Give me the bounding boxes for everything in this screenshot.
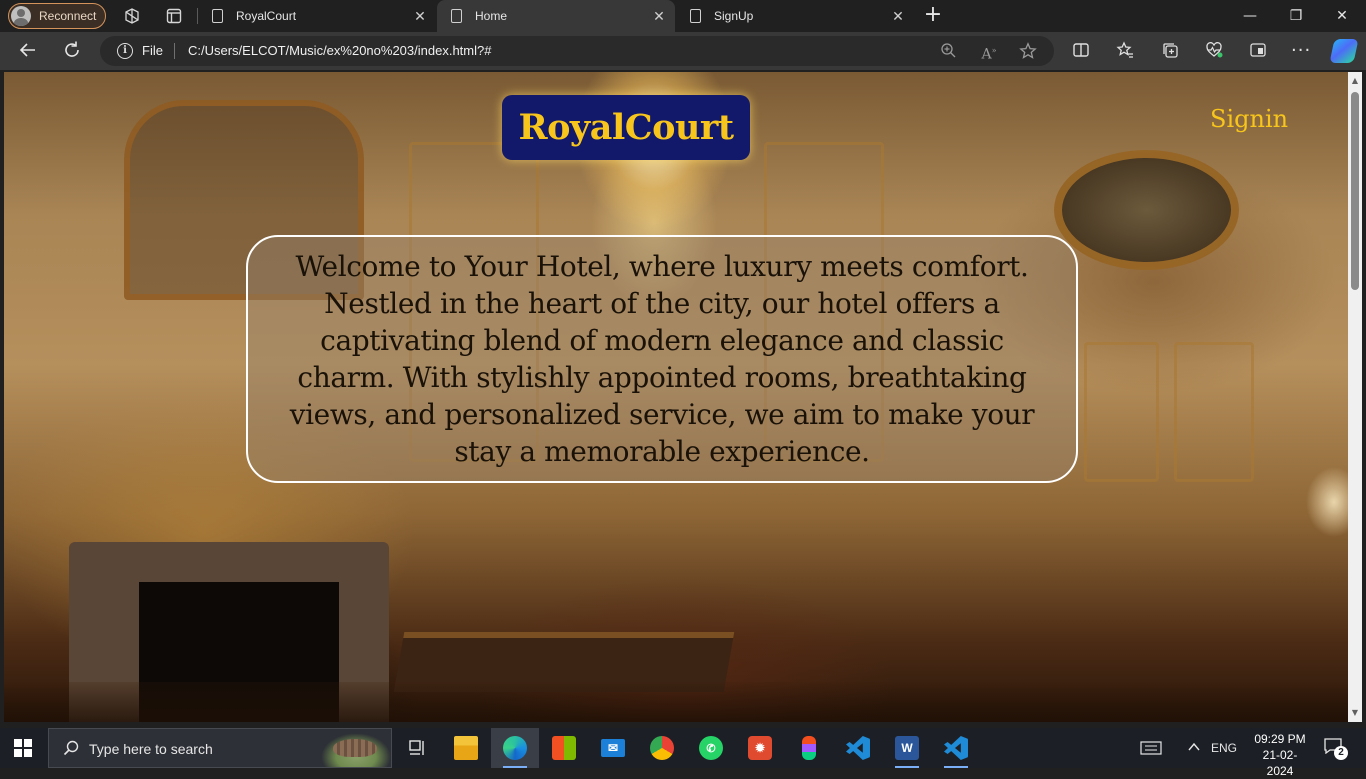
file-explorer-icon[interactable] — [442, 728, 490, 768]
health-icon[interactable] — [1204, 41, 1224, 61]
refresh-icon[interactable] — [61, 40, 83, 62]
task-view-icon[interactable] — [393, 728, 441, 768]
scroll-down-icon[interactable]: ▼ — [1348, 706, 1362, 720]
background-floor — [4, 682, 1348, 722]
chrome-icon[interactable] — [638, 728, 686, 768]
site-logo[interactable]: RoyalCourt — [502, 95, 750, 160]
page-icon — [212, 9, 223, 23]
app-red-icon[interactable]: ✹ — [736, 728, 784, 768]
search-placeholder: Type here to search — [89, 741, 213, 757]
signin-link[interactable]: Signin — [1210, 105, 1288, 133]
browser-tab-bar: Reconnect RoyalCourt ✕ Home ✕ SignUp ✕ +… — [0, 0, 1366, 32]
site-logo-text: RoyalCourt — [518, 107, 735, 148]
back-icon[interactable] — [17, 40, 39, 62]
url-omnibox[interactable]: i File C:/Users/ELCOT/Music/ex%20no%203/… — [100, 36, 1054, 66]
welcome-text: Welcome to Your Hotel, where luxury meet… — [289, 250, 1035, 468]
close-window-icon[interactable]: ✕ — [1332, 6, 1352, 26]
whatsapp-icon[interactable]: ✆ — [687, 728, 735, 768]
page-icon — [451, 9, 462, 23]
scroll-up-icon[interactable]: ▲ — [1348, 74, 1362, 88]
search-highlight-art — [321, 733, 391, 767]
search-icon — [63, 740, 79, 756]
background-wall-panel — [1084, 342, 1159, 482]
tab-royalcourt[interactable]: RoyalCourt ✕ — [198, 0, 436, 32]
figma-icon[interactable] — [785, 728, 833, 768]
workspaces-icon[interactable] — [122, 6, 142, 26]
tab-actions-icon[interactable] — [164, 6, 184, 26]
restore-icon[interactable]: ❐ — [1286, 6, 1306, 26]
more-icon[interactable]: ··· — [1291, 41, 1311, 61]
language-indicator[interactable]: ENG — [1208, 740, 1240, 756]
vscode-icon[interactable] — [932, 728, 980, 768]
url-text[interactable]: C:/Users/ELCOT/Music/ex%20no%203/index.h… — [188, 43, 491, 58]
read-aloud-icon[interactable]: A» — [980, 42, 998, 63]
vscode-icon[interactable] — [834, 728, 882, 768]
edge-icon[interactable] — [491, 728, 539, 768]
minimize-icon[interactable]: — — [1240, 6, 1260, 26]
close-icon[interactable]: ✕ — [412, 8, 428, 24]
info-icon[interactable]: i — [117, 43, 133, 59]
mail-icon[interactable]: ✉ — [589, 728, 637, 768]
chevron-up-icon[interactable] — [1186, 740, 1202, 758]
tab-title: Home — [475, 9, 508, 23]
tab-title: RoyalCourt — [236, 9, 297, 23]
word-icon[interactable]: W — [883, 728, 931, 768]
background-painting — [1054, 150, 1239, 270]
store-icon[interactable] — [540, 728, 588, 768]
clock-time: 09:29 PM — [1254, 732, 1306, 746]
tab-home[interactable]: Home ✕ — [437, 0, 675, 32]
favorites-icon[interactable] — [1115, 41, 1135, 61]
background-wall-panel — [1174, 342, 1254, 482]
split-screen-icon[interactable] — [1071, 41, 1091, 61]
zoom-icon[interactable] — [939, 42, 957, 60]
omnibox-divider — [174, 43, 175, 59]
new-tab-plus-icon[interactable]: + — [922, 4, 944, 26]
page-scrollbar[interactable]: ▲ ▼ — [1348, 72, 1362, 722]
favorite-star-icon[interactable] — [1019, 42, 1037, 60]
welcome-panel: Welcome to Your Hotel, where luxury meet… — [246, 235, 1078, 483]
notification-count: 2 — [1334, 746, 1348, 760]
profile-button[interactable]: Reconnect — [8, 3, 106, 29]
close-icon[interactable]: ✕ — [890, 8, 906, 24]
clock-date: 21-02-2024 — [1262, 748, 1298, 778]
windows-taskbar: Type here to search ✉ ✆ ✹ W ENG 09:29 PM… — [0, 728, 1366, 778]
system-clock[interactable]: 09:29 PM 21-02-2024 — [1250, 731, 1310, 779]
scroll-thumb[interactable] — [1351, 92, 1359, 290]
profile-label: Reconnect — [39, 9, 97, 23]
scheme-label: File — [142, 43, 163, 58]
windows-start-icon[interactable] — [14, 739, 32, 757]
copilot-icon[interactable] — [1329, 39, 1359, 63]
address-bar: i File C:/Users/ELCOT/Music/ex%20no%203/… — [0, 32, 1366, 70]
close-icon[interactable]: ✕ — [651, 8, 667, 24]
taskbar-search[interactable]: Type here to search — [48, 728, 392, 768]
notification-center[interactable]: 2 — [1324, 738, 1348, 760]
tab-signup[interactable]: SignUp ✕ — [676, 0, 914, 32]
avatar — [11, 6, 31, 26]
collections-icon[interactable] — [1160, 41, 1180, 61]
page-icon — [690, 9, 701, 23]
desktop-keyboard-icon[interactable] — [1140, 740, 1162, 760]
browser-essentials-icon[interactable] — [1248, 41, 1268, 61]
tab-title: SignUp — [714, 9, 754, 23]
page-viewport: RoyalCourt Signin Welcome to Your Hotel,… — [4, 72, 1348, 722]
